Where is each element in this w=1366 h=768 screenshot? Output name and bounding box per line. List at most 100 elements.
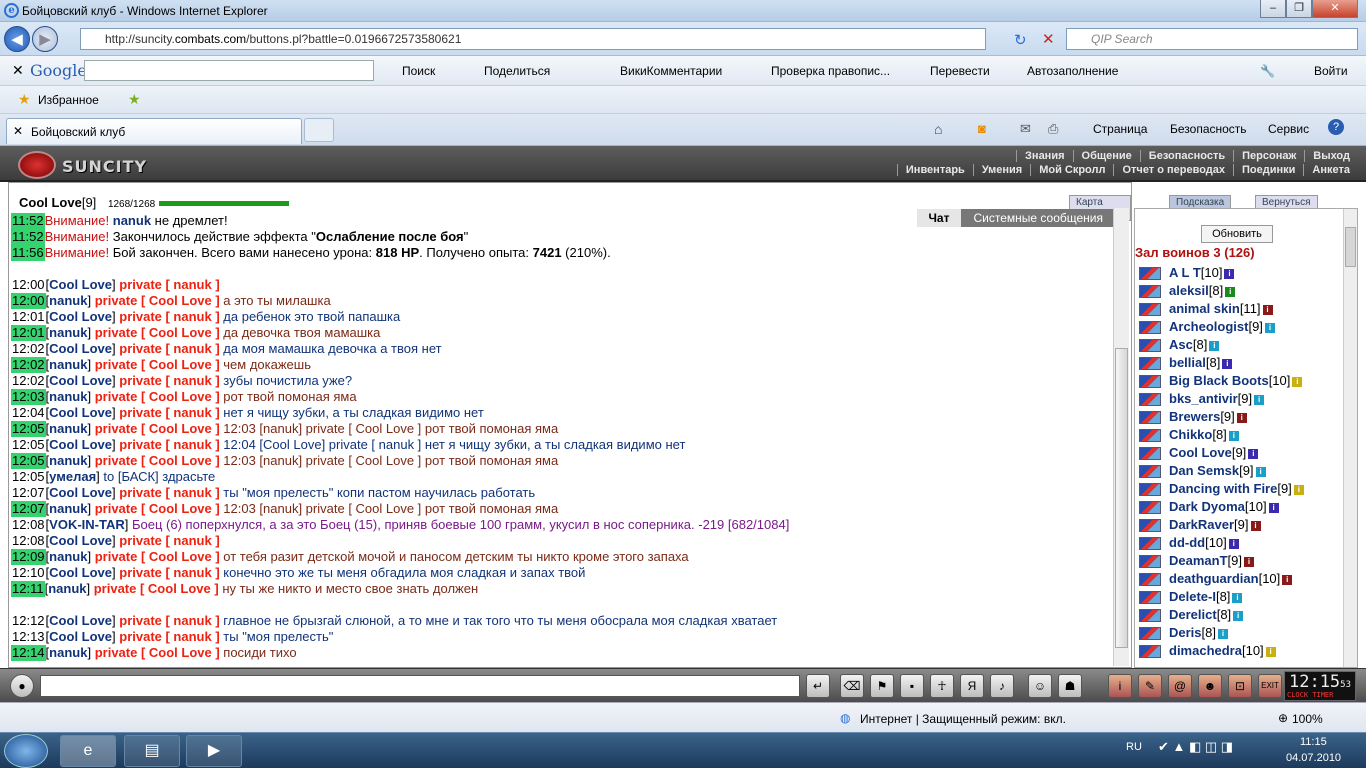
chat-text[interactable]: private [ nanuk ] — [119, 405, 219, 420]
minimize-button[interactable]: – — [1260, 0, 1286, 18]
players-scroll-thumb[interactable] — [1345, 227, 1356, 267]
clear-icon[interactable]: ⌫ — [840, 674, 864, 698]
player-nick[interactable]: DeamanT — [1169, 553, 1228, 568]
chat-text[interactable]: private [ Cool Love ] — [95, 549, 220, 564]
chat-text[interactable]: private [ Cool Love ] — [95, 421, 220, 436]
chat-nick[interactable]: Cool Love — [49, 437, 112, 452]
search-box[interactable]: QIP Search — [1066, 28, 1358, 50]
player-info-icon[interactable]: i — [1248, 448, 1259, 459]
player-list-item[interactable]: Asc[8] i — [1139, 337, 1345, 355]
page-menu[interactable]: Страница — [1093, 122, 1147, 136]
player-nick[interactable]: Dancing with Fire — [1169, 481, 1277, 496]
chat-text[interactable]: private [ nanuk ] — [119, 565, 219, 580]
player-info-icon[interactable]: i — [1232, 592, 1243, 603]
private-message-icon[interactable] — [1139, 627, 1161, 641]
private-message-icon[interactable] — [1139, 483, 1161, 497]
chat-text[interactable]: private [ Cool Love ] — [95, 293, 220, 308]
add-favorite-icon[interactable]: ★ — [128, 91, 141, 108]
player-info-icon[interactable]: i — [1236, 412, 1247, 423]
chat-nick[interactable]: Cool Love — [49, 405, 112, 420]
private-message-icon[interactable] — [1139, 321, 1161, 335]
chat-input[interactable] — [40, 675, 800, 697]
player-nick[interactable]: Dark Dyoma — [1169, 499, 1245, 514]
favorites-button[interactable]: Избранное — [38, 93, 99, 107]
chat-nick[interactable]: Cool Love — [49, 629, 112, 644]
private-message-icon[interactable] — [1139, 447, 1161, 461]
player-list-item[interactable]: bks_antivir[9] i — [1139, 391, 1345, 409]
player-list-item[interactable]: bellial[8] i — [1139, 355, 1345, 373]
helmet-icon[interactable]: ☗ — [1058, 674, 1082, 698]
private-message-icon[interactable] — [1139, 555, 1161, 569]
home-icon[interactable]: ⌂ — [934, 121, 942, 137]
chat-text[interactable]: private [ Cool Love ] — [95, 325, 220, 340]
refresh-button[interactable]: Обновить — [1201, 225, 1273, 243]
save-icon[interactable]: ▪ — [900, 674, 924, 698]
player-nick[interactable]: animal skin — [1169, 301, 1240, 316]
autofill-button[interactable]: Автозаполнение — [1027, 64, 1118, 78]
player-list-item[interactable]: Dan Semsk[9] i — [1139, 463, 1345, 481]
chat-mode-icon[interactable]: ● — [10, 674, 34, 698]
player-nick[interactable]: DarkRaver — [1169, 517, 1234, 532]
player-nick[interactable]: Cool Love — [1169, 445, 1232, 460]
service-menu[interactable]: Сервис — [1268, 122, 1309, 136]
private-message-icon[interactable] — [1139, 429, 1161, 443]
security-menu[interactable]: Безопасность — [1170, 122, 1247, 136]
chat-nick[interactable]: nanuk — [49, 357, 87, 372]
chat-text[interactable]: private [ Cool Love ] — [95, 357, 220, 372]
player-info-icon[interactable]: i — [1265, 646, 1276, 657]
info-icon[interactable]: i — [1108, 674, 1132, 698]
player-nick[interactable]: A L T — [1169, 265, 1201, 280]
chat-text[interactable]: private [ nanuk ] — [119, 613, 219, 628]
private-message-icon[interactable] — [1139, 267, 1161, 281]
chat-text[interactable]: private [ nanuk ] — [119, 341, 219, 356]
private-message-icon[interactable] — [1139, 357, 1161, 371]
quill-icon[interactable]: ✎ — [1138, 674, 1162, 698]
private-message-icon[interactable] — [1139, 645, 1161, 659]
private-message-icon[interactable] — [1139, 501, 1161, 515]
player-nick[interactable]: dimachedra — [1169, 643, 1242, 658]
player-list-item[interactable]: Big Black Boots[10] i — [1139, 373, 1345, 391]
chat-scrollbar[interactable] — [1113, 208, 1129, 666]
login-button[interactable]: Войти — [1314, 64, 1348, 78]
chat-nick[interactable]: Cool Love — [49, 309, 112, 324]
private-message-icon[interactable] — [1139, 519, 1161, 533]
private-message-icon[interactable] — [1139, 339, 1161, 353]
fighter-icon[interactable]: ☥ — [930, 674, 954, 698]
player-nick[interactable]: Chikko — [1169, 427, 1212, 442]
player-info-icon[interactable]: i — [1264, 322, 1275, 333]
player-info-icon[interactable]: i — [1209, 340, 1220, 351]
private-message-icon[interactable] — [1139, 393, 1161, 407]
player-info-icon[interactable]: i — [1228, 430, 1239, 441]
chat-nick[interactable]: nanuk — [113, 213, 151, 228]
filter-icon[interactable]: ⚑ — [870, 674, 894, 698]
player-info-icon[interactable]: i — [1292, 376, 1303, 387]
tray-clock[interactable]: 11:15 — [1300, 736, 1327, 748]
player-list-item[interactable]: Deris[8] i — [1139, 625, 1345, 643]
lock-icon[interactable]: ⊡ — [1228, 674, 1252, 698]
menu-bottom-item-1[interactable]: Умения — [972, 164, 1030, 176]
private-message-icon[interactable] — [1139, 573, 1161, 587]
player-nick[interactable]: Brewers — [1169, 409, 1220, 424]
chat-text[interactable]: private [ nanuk ] — [119, 485, 219, 500]
wiki-comments-button[interactable]: ВикиКомментарии — [620, 64, 722, 78]
player-list-item[interactable]: A L T[10] i — [1139, 265, 1345, 283]
player-list-item[interactable]: deathguardian[10] i — [1139, 571, 1345, 589]
chat-nick[interactable]: nanuk — [49, 421, 87, 436]
start-button[interactable] — [4, 734, 48, 768]
chat-text[interactable]: private [ nanuk ] — [119, 277, 219, 292]
player-nick[interactable]: deathguardian — [1169, 571, 1259, 586]
share-button[interactable]: Поделиться — [484, 64, 550, 78]
chat-nick[interactable]: Cool Love — [49, 277, 112, 292]
menu-bottom-item-4[interactable]: Поединки — [1233, 164, 1303, 176]
back-button[interactable]: ◀ — [4, 26, 30, 52]
chat-nick[interactable]: Cool Love — [49, 341, 112, 356]
chat-nick[interactable]: nanuk — [49, 389, 87, 404]
feeds-icon[interactable]: ◙ — [978, 121, 986, 136]
new-tab-button[interactable] — [304, 118, 334, 142]
chat-nick[interactable]: Cool Love — [49, 613, 112, 628]
chat-text[interactable]: private [ nanuk ] — [119, 309, 219, 324]
spiral-icon[interactable]: @ — [1168, 674, 1192, 698]
chat-nick[interactable]: Cool Love — [49, 565, 112, 580]
chat-text[interactable]: private [ nanuk ] — [119, 629, 219, 644]
player-nick[interactable]: Big Black Boots — [1169, 373, 1269, 388]
